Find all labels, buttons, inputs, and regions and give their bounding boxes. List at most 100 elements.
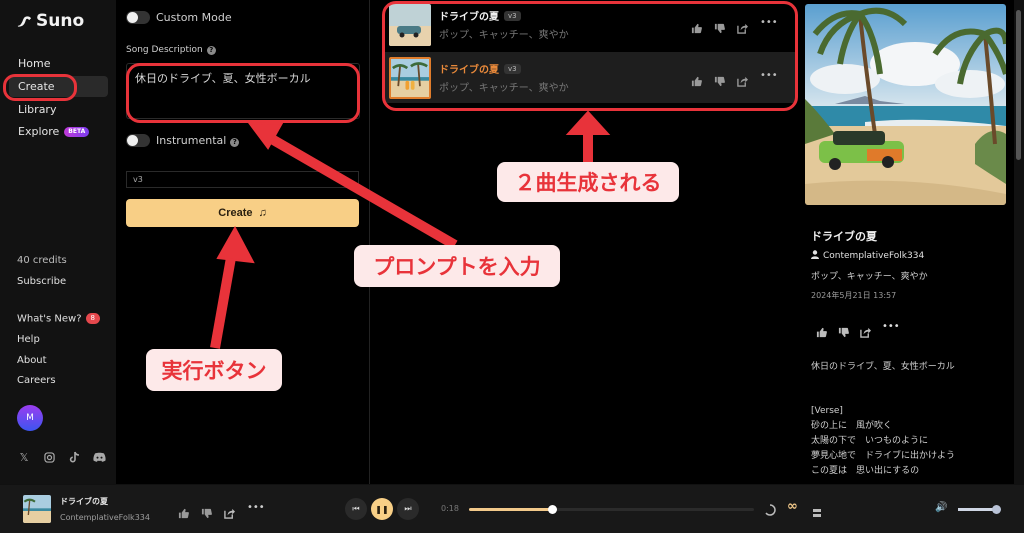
user-icon [811,250,819,262]
credits-count: 40 credits [17,255,67,266]
custom-mode-label: Custom Mode [156,11,232,24]
create-button[interactable]: Create ♫ [126,199,359,227]
volume-handle[interactable] [992,505,1001,514]
thumbs-down-icon[interactable] [714,19,725,34]
version-badge: v3 [504,63,521,74]
help-icon[interactable]: ? [206,46,216,55]
nav-explore-label: Explore [18,125,60,138]
discord-icon[interactable] [92,450,106,464]
shuffle-icon[interactable] [812,503,822,517]
custom-mode-toggle[interactable] [126,11,150,24]
create-button-label: Create [218,207,253,219]
detail-title: ドライブの夏 [811,230,877,243]
tiktok-icon[interactable] [67,450,81,464]
x-icon[interactable]: 𝕏 [17,450,31,464]
more-icon[interactable]: ••• [760,18,778,30]
lyrics-line: 夢見心地で ドライブに出かけよう [811,451,956,461]
song-detail-panel: ドライブの夏 ContemplativeFolk334 ポップ、キャッチー、爽や… [799,0,1014,484]
thumbs-down-icon[interactable] [838,323,849,338]
share-icon[interactable] [737,72,748,87]
song-actions: ••• [691,18,778,34]
help-icon[interactable]: ? [230,138,240,147]
song-description-input[interactable]: 休日のドライブ、夏、女性ボーカル [126,63,360,119]
chevron-down-icon: ⌄ [344,174,352,184]
player-actions: ••• [178,503,265,519]
share-icon[interactable] [860,323,871,338]
suno-logo[interactable]: Suno [17,11,84,31]
detail-artist-link[interactable]: ContemplativeFolk334 [811,250,924,262]
progress-bar[interactable] [469,505,754,514]
nav-home[interactable]: Home [9,53,108,74]
progress-handle[interactable] [547,505,557,514]
thumbs-up-icon[interactable] [691,19,702,34]
whats-new-link[interactable]: What's New? 8 [17,313,100,325]
careers-link[interactable]: Careers [17,375,56,386]
song-cover-image [805,4,1006,205]
volume-slider[interactable] [958,505,1001,514]
elapsed-time: 0:18 [441,504,459,513]
version-badge: v3 [504,10,521,21]
pause-icon: ❚❚ [375,504,389,514]
player-thumbnail [23,495,51,523]
model-version-select[interactable]: v3 ⌄ [126,171,359,188]
skip-back-icon: ⏮ [352,504,360,513]
detail-scrollbar[interactable] [1014,0,1024,484]
song-list: ドライブの夏 v3 ポップ、キャッチー、爽やか ••• ドライブの夏 v3 ポップ、… [371,0,799,484]
user-avatar[interactable]: M [17,405,43,431]
previous-button[interactable]: ⏮ [345,498,367,520]
next-button[interactable]: ⏭ [397,498,419,520]
player-title[interactable]: ドライブの夏 [60,496,108,507]
thumbs-up-icon[interactable] [691,72,702,87]
volume-icon[interactable]: 🔊 [935,502,947,513]
detail-tags: ポップ、キャッチー、爽やか [811,272,928,282]
song-row[interactable]: ドライブの夏 v3 ポップ、キャッチー、爽やか ••• [385,52,795,103]
pause-button[interactable]: ❚❚ [371,498,393,520]
song-title-text: ドライブの夏 [439,12,499,23]
thumbs-down-icon[interactable] [201,504,212,519]
about-link[interactable]: About [17,355,47,366]
instrumental-label: Instrumental? [156,134,240,147]
more-icon[interactable]: ••• [247,503,265,515]
player-bar: ドライブの夏 ContemplativeFolk334 ••• ⏮ ❚❚ ⏭ 0… [0,484,1024,533]
detail-actions: ••• [816,322,900,338]
lyrics-line: 太陽の下で いつものように [811,436,929,446]
subscribe-link[interactable]: Subscribe [17,276,66,287]
song-title[interactable]: ドライブの夏 v3 [439,61,569,76]
song-thumbnail [389,3,431,46]
scrollbar-thumb[interactable] [1016,10,1021,160]
song-row[interactable]: ドライブの夏 v3 ポップ、キャッチー、爽やか ••• [385,0,795,50]
volume-fill [958,508,996,511]
nav-create[interactable]: Create [9,76,108,97]
share-icon[interactable] [737,19,748,34]
detail-date: 2024年5月21日 13:57 [811,291,897,300]
loop-icon[interactable]: ∞ [787,499,798,514]
song-tags: ポップ、キャッチー、爽やか [439,83,569,94]
progress-fill [469,508,552,511]
whats-new-badge: 8 [85,313,100,324]
song-actions: ••• [691,71,778,87]
detail-prompt: 休日のドライブ、夏、女性ボーカル [811,362,955,372]
share-icon[interactable] [224,504,235,519]
create-panel: Custom Mode Song Description? 休日のドライブ、夏、… [116,0,370,484]
thumbs-down-icon[interactable] [714,72,725,87]
detail-artist: ContemplativeFolk334 [823,251,925,261]
instrumental-label-text: Instrumental [156,134,227,147]
instrumental-toggle[interactable] [126,134,150,147]
help-link[interactable]: Help [17,334,40,345]
lyrics: [Verse] 砂の上に 風が吹く 太陽の下で いつものように 夢見心地で ドラ… [811,404,955,479]
more-icon[interactable]: ••• [760,71,778,83]
nav-explore[interactable]: Explore BETA [9,121,108,142]
nav-library[interactable]: Library [9,99,108,120]
skip-forward-icon: ⏭ [404,504,412,513]
annotation-run-button: 実行ボタン [146,349,282,391]
more-icon[interactable]: ••• [882,322,900,334]
thumbs-up-icon[interactable] [178,504,189,519]
instagram-icon[interactable] [42,450,56,464]
player-artist[interactable]: ContemplativeFolk334 [60,513,150,522]
song-title-text: ドライブの夏 [439,65,499,76]
song-title[interactable]: ドライブの夏 v3 [439,8,569,23]
song-description-label: Song Description? [126,45,216,55]
song-tags: ポップ、キャッチー、爽やか [439,30,569,41]
thumbs-up-icon[interactable] [816,323,827,338]
song-thumbnail [389,56,431,99]
